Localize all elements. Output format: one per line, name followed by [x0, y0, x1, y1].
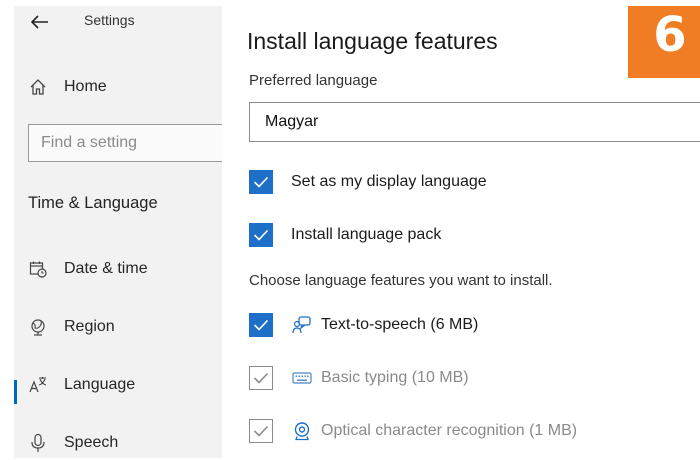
feature-label: Text-to-speech (6 MB)	[321, 316, 479, 333]
checkmark-icon	[253, 176, 269, 188]
feature-label: Basic typing (10 MB)	[321, 369, 469, 386]
keyboard-icon	[291, 367, 313, 389]
language-icon	[28, 375, 48, 395]
feature-text-to-speech[interactable]: Text-to-speech (6 MB)	[249, 310, 478, 340]
search-input[interactable]	[29, 125, 223, 161]
speech-bubble-icon	[291, 314, 313, 336]
sidebar-item-date-time[interactable]: Date & time	[14, 252, 222, 286]
sidebar-item-label: Region	[64, 318, 115, 335]
settings-sidebar: Settings Home Time & Language Date & tim…	[14, 6, 224, 460]
features-intro: Choose language features you want to ins…	[249, 272, 553, 289]
preferred-language-dropdown[interactable]: Magyar	[249, 102, 700, 142]
checkmark-icon	[253, 425, 269, 437]
display-language-checkbox[interactable]	[249, 170, 273, 194]
search-box[interactable]	[28, 124, 224, 162]
sidebar-item-language[interactable]: Language	[14, 368, 222, 402]
feature-basic-typing: Basic typing (10 MB)	[249, 363, 469, 393]
feature-label: Optical character recognition (1 MB)	[321, 422, 578, 439]
section-title: Time & Language	[28, 194, 158, 212]
back-arrow-icon	[31, 15, 48, 29]
ocr-checkbox	[249, 419, 273, 443]
sidebar-item-label: Language	[64, 376, 136, 393]
step-number-badge: 6	[628, 6, 700, 78]
checkmark-icon	[253, 372, 269, 384]
preferred-language-label: Preferred language	[249, 72, 378, 89]
calendar-clock-icon	[28, 259, 48, 279]
checkmark-icon	[253, 229, 269, 241]
app-title: Settings	[84, 12, 135, 28]
option-label: Install language pack	[291, 226, 442, 243]
back-button[interactable]	[28, 10, 52, 34]
microphone-icon	[28, 433, 48, 453]
basic-typing-checkbox	[249, 366, 273, 390]
checkmark-icon	[253, 319, 269, 331]
display-language-option[interactable]: Set as my display language	[249, 167, 487, 197]
sidebar-item-region[interactable]: Region	[14, 310, 222, 344]
sidebar-item-label: Home	[64, 78, 107, 95]
sidebar-item-label: Speech	[64, 434, 119, 451]
language-pack-option[interactable]: Install language pack	[249, 220, 441, 250]
text-to-speech-checkbox[interactable]	[249, 313, 273, 337]
language-pack-checkbox[interactable]	[249, 223, 273, 247]
option-label: Set as my display language	[291, 173, 487, 190]
home-icon	[28, 77, 48, 97]
page-title: Install language features	[247, 28, 498, 54]
camera-icon	[291, 420, 313, 442]
dropdown-value: Magyar	[265, 113, 319, 130]
sidebar-item-home[interactable]: Home	[14, 70, 222, 104]
feature-ocr: Optical character recognition (1 MB)	[249, 416, 577, 446]
sidebar-item-speech[interactable]: Speech	[14, 426, 222, 460]
globe-icon	[28, 317, 48, 337]
sidebar-item-label: Date & time	[64, 260, 148, 277]
